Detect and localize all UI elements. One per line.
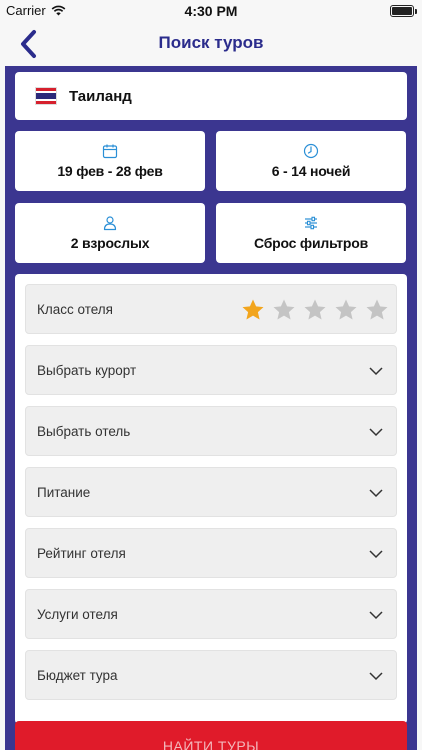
reset-filters-button[interactable]: Сброс фильтров bbox=[216, 203, 406, 263]
chevron-down-icon bbox=[369, 489, 383, 498]
country-name: Таиланд bbox=[69, 87, 132, 105]
travelers-label: 2 взрослых bbox=[70, 235, 150, 251]
budget-label: Бюджет тура bbox=[37, 667, 118, 683]
meals-dropdown[interactable]: Питание bbox=[25, 467, 397, 517]
hotel-rating-dropdown[interactable]: Рейтинг отеля bbox=[25, 528, 397, 578]
nights-label: 6 - 14 ночей bbox=[271, 163, 351, 179]
travelers-selector[interactable]: 2 взрослых bbox=[15, 203, 205, 263]
hotel-class-stars bbox=[241, 298, 389, 322]
status-bar: Carrier 4:30 PM bbox=[0, 0, 422, 22]
budget-dropdown[interactable]: Бюджет тура bbox=[25, 650, 397, 700]
resort-label: Выбрать курорт bbox=[37, 362, 137, 378]
star-icon[interactable] bbox=[241, 298, 265, 322]
reset-filters-label: Сброс фильтров bbox=[253, 235, 369, 251]
search-panel: Таиланд 19 фев - 28 фев 6 - 14 ночей 2 в… bbox=[5, 66, 417, 750]
sliders-icon bbox=[305, 216, 317, 230]
dates-selector[interactable]: 19 фев - 28 фев bbox=[15, 131, 205, 191]
filters-card: Класс отеля Выбрать курорт Выбрать отель… bbox=[15, 274, 407, 724]
chevron-down-icon bbox=[369, 550, 383, 559]
hotel-label: Выбрать отель bbox=[37, 423, 131, 439]
nights-selector[interactable]: 6 - 14 ночей bbox=[216, 131, 406, 191]
star-icon[interactable] bbox=[365, 298, 389, 322]
find-tours-button[interactable]: НАЙТИ ТУРЫ bbox=[15, 721, 407, 750]
hotel-class-label: Класс отеля bbox=[37, 301, 113, 317]
chevron-down-icon bbox=[369, 428, 383, 437]
star-icon[interactable] bbox=[303, 298, 327, 322]
resort-dropdown[interactable]: Выбрать курорт bbox=[25, 345, 397, 395]
country-selector[interactable]: Таиланд bbox=[15, 72, 407, 120]
hotel-rating-label: Рейтинг отеля bbox=[37, 545, 126, 561]
page-title: Поиск туров bbox=[158, 33, 264, 52]
hotel-dropdown[interactable]: Выбрать отель bbox=[25, 406, 397, 456]
hotel-services-label: Услуги отеля bbox=[37, 606, 118, 622]
navigation-bar: Поиск туров bbox=[0, 22, 422, 66]
calendar-icon bbox=[102, 144, 118, 159]
thailand-flag-icon bbox=[35, 87, 57, 105]
status-time: 4:30 PM bbox=[184, 3, 238, 19]
star-icon[interactable] bbox=[334, 298, 358, 322]
hotel-class-filter: Класс отеля bbox=[25, 284, 397, 334]
person-icon bbox=[103, 216, 117, 231]
star-icon[interactable] bbox=[272, 298, 296, 322]
battery-icon bbox=[390, 5, 417, 17]
chevron-down-icon bbox=[369, 367, 383, 376]
dates-label: 19 фев - 28 фев bbox=[57, 163, 163, 179]
chevron-down-icon bbox=[369, 672, 383, 681]
clock-icon bbox=[303, 143, 319, 159]
hotel-services-dropdown[interactable]: Услуги отеля bbox=[25, 589, 397, 639]
meals-label: Питание bbox=[37, 484, 91, 500]
chevron-down-icon bbox=[369, 611, 383, 620]
